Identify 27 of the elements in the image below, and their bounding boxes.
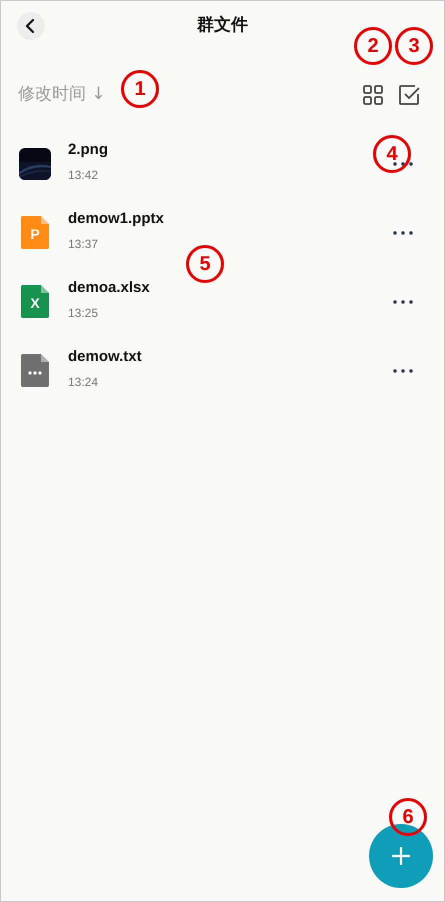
file-name: demow1.pptx [68,208,165,229]
annotation-marker: 4 [373,135,411,173]
plus-icon [391,846,411,866]
file-name: demoa.xlsx [68,278,151,298]
presentation-file-icon: P [21,216,49,249]
page-title: 群文件 [197,14,248,38]
file-time: 13:37 [68,236,100,254]
sort-button[interactable]: 修改时间 ↓ [18,82,106,108]
file-time: 13:42 [68,167,100,184]
more-icon [393,230,413,234]
back-icon [25,19,37,33]
grid-view-icon[interactable] [363,85,383,105]
annotation-marker: 3 [395,27,433,65]
annotation-marker: 5 [186,245,224,283]
spreadsheet-file-icon: X [21,285,49,318]
annotation-marker: 1 [121,70,159,108]
file-name: demow.txt [68,346,143,367]
file-time: 13:25 [68,305,100,322]
annotation-marker: 6 [389,798,427,836]
annotation-marker: 2 [354,27,392,65]
back-button[interactable] [17,12,45,40]
more-icon [393,300,413,304]
select-checkbox-icon[interactable] [399,85,420,105]
file-time: 13:24 [68,374,100,392]
more-icon [393,162,413,166]
more-icon [393,368,413,372]
text-file-icon [21,354,49,387]
